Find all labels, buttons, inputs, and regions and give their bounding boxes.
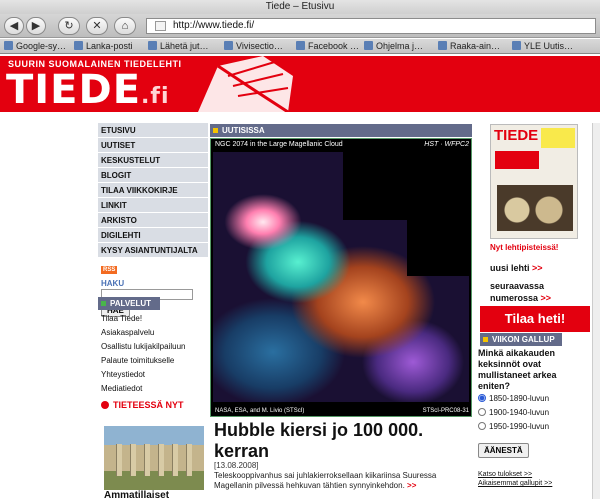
news-date: [13.08.2008] <box>214 461 259 470</box>
bookmark-icon <box>296 41 305 50</box>
poll-archive-link[interactable]: Aikaisemmat gallupit >> <box>478 479 552 488</box>
service-link-yhteystiedot[interactable]: Yhteystiedot <box>98 368 208 382</box>
read-more-link[interactable]: >> <box>407 481 416 490</box>
poll-option-2[interactable]: 1900-1940-luvun <box>478 408 549 417</box>
vote-button[interactable]: ÄÄNESTÄ <box>478 443 529 458</box>
subscribe-now-button[interactable]: Tilaa heti! <box>480 306 590 332</box>
poll-question: Minkä aikakauden keksinnöt ovat mullista… <box>478 348 557 391</box>
browser-toolbar: ◀ ▶ ↻ ✕ ⌂ http://www.tiede.fi/ <box>0 14 600 38</box>
bookmark-icon <box>74 41 83 50</box>
column-shape <box>144 444 150 476</box>
bookmark-item[interactable]: Raaka-ain… <box>438 41 500 52</box>
main-navigation: ETUSIVU UUTISET KESKUSTELUT BLOGIT TILAA… <box>98 123 208 322</box>
promo-new-issue[interactable]: uusi lehti >> <box>490 263 543 273</box>
poll-option-1[interactable]: 1850-1890-luvun <box>478 394 549 403</box>
poll-header: VIIKON GALLUP <box>480 333 562 346</box>
promo-next-issue[interactable]: seuraavassa numerossa >> <box>490 280 580 304</box>
cover-yellow-badge <box>541 128 575 148</box>
green-square-icon <box>101 301 106 306</box>
nav-item-etusivu[interactable]: ETUSIVU <box>98 123 208 138</box>
cover-red-badge <box>495 151 539 169</box>
nav-item-uutiset[interactable]: UUTISET <box>98 138 208 153</box>
helmet-illustration-icon <box>198 56 293 112</box>
service-link-palaute[interactable]: Palaute toimitukselle <box>98 354 208 368</box>
bookmark-icon <box>512 41 521 50</box>
column-shape <box>130 444 136 476</box>
wfpc2-black-corner <box>343 152 469 220</box>
bookmark-item[interactable]: Vivisectio… <box>224 41 283 52</box>
bookmark-icon <box>438 41 447 50</box>
stop-button[interactable]: ✕ <box>86 17 108 35</box>
bookmark-icon <box>148 41 157 50</box>
photo-tag: HST · WFPC2 <box>424 141 469 148</box>
ruins-photo[interactable] <box>104 426 204 490</box>
rss-icon[interactable]: RSS <box>101 266 118 274</box>
poll-results-link[interactable]: Katso tulokset >> <box>478 470 552 479</box>
red-dot-icon <box>101 401 109 409</box>
radio-icon[interactable] <box>478 422 486 430</box>
bookmark-icon <box>364 41 373 50</box>
url-text: http://www.tiede.fi/ <box>173 20 255 31</box>
photo-id: STScI-PRC08-31 <box>422 408 469 414</box>
nav-item-linkit[interactable]: LINKIT <box>98 198 208 213</box>
services-list: Tilaa Tiede! Asiakaspalvelu Osallistu lu… <box>98 312 208 396</box>
window-title: Tiede – Etusivu <box>0 0 600 14</box>
news-photo[interactable]: NGC 2074 in the Large Magellanic Cloud H… <box>210 138 472 417</box>
nav-item-keskustelut[interactable]: KESKUSTELUT <box>98 153 208 168</box>
promo-on-sale: Nyt lehtipisteissä! <box>490 243 559 252</box>
services-header: PALVELUT <box>98 297 160 310</box>
magazine-cover[interactable]: TIEDE <box>490 124 578 239</box>
column-shape <box>116 444 122 476</box>
service-link-mediatiedot[interactable]: Mediatiedot <box>98 382 208 396</box>
site-banner: SUURIN SUOMALAINEN TIEDELEHTI TIEDE.fi <box>0 56 600 112</box>
wfpc2-black-corner <box>407 220 469 276</box>
radio-icon[interactable] <box>478 408 486 416</box>
favicon-icon <box>155 21 166 31</box>
science-now-article-title[interactable]: Ammatillaiset <box>104 490 169 501</box>
cover-title: TIEDE <box>494 127 539 144</box>
search-label: HAKU <box>101 279 125 288</box>
home-button[interactable]: ⌂ <box>114 17 136 35</box>
nav-item-digilehti[interactable]: DIGILEHTI <box>98 228 208 243</box>
bookmark-icon <box>4 41 13 50</box>
address-bar[interactable]: http://www.tiede.fi/ <box>146 18 596 34</box>
nav-item-blogit[interactable]: BLOGIT <box>98 168 208 183</box>
news-summary: Teleskooppivanhus sai juhlakierroksellaa… <box>214 471 437 490</box>
service-link-lukijakilpailu[interactable]: Osallistu lukijakilpailuun <box>98 340 208 354</box>
bookmarks-bar: Google-sy… Lanka-posti Lähetä jut… Vivis… <box>0 39 600 54</box>
column-shape <box>172 444 178 476</box>
yellow-square-icon <box>213 128 218 133</box>
bookmark-item[interactable]: Lanka-posti <box>74 41 133 52</box>
photo-caption: NGC 2074 in the Large Magellanic Cloud <box>215 141 343 148</box>
service-link-asiakaspalvelu[interactable]: Asiakaspalvelu <box>98 326 208 340</box>
bookmark-item[interactable]: YLE Uutis… <box>512 41 573 52</box>
service-link-tilaa[interactable]: Tilaa Tiede! <box>98 312 208 326</box>
page-scrollbar[interactable] <box>592 123 600 499</box>
bookmark-icon <box>224 41 233 50</box>
poll-option-3[interactable]: 1950-1990-luvun <box>478 422 549 431</box>
nav-item-tilaa-viikkokirje[interactable]: TILAA VIIKKOKIRJE <box>98 183 208 198</box>
yellow-square-icon <box>483 337 488 342</box>
bookmark-item[interactable]: Ohjelma j… <box>364 41 423 52</box>
news-headline[interactable]: Hubble kiersi jo 100 000. kerran <box>214 420 474 462</box>
bookmark-item[interactable]: Google-sy… <box>4 41 66 52</box>
radio-selected-icon[interactable] <box>478 394 486 402</box>
site-logo[interactable]: TIEDE.fi <box>6 70 170 112</box>
column-shape <box>158 444 164 476</box>
column-shape <box>186 444 192 476</box>
back-button[interactable]: ◀ <box>4 17 24 35</box>
nav-item-arkisto[interactable]: ARKISTO <box>98 213 208 228</box>
forward-button[interactable]: ▶ <box>26 17 46 35</box>
reload-button[interactable]: ↻ <box>58 17 80 35</box>
photo-credit: NASA, ESA, and M. Livio (STScI) <box>215 408 305 414</box>
news-header: UUTISISSA <box>210 124 472 137</box>
bookmark-item[interactable]: Facebook … <box>296 41 359 52</box>
bookmark-item[interactable]: Lähetä jut… <box>148 41 209 52</box>
nebula-image <box>213 152 469 402</box>
science-now-header: TIETEESSÄ NYT <box>101 400 184 410</box>
nav-item-kysy[interactable]: KYSY ASIANTUNTIJALTA <box>98 243 208 258</box>
skull-image-icon <box>497 185 573 231</box>
